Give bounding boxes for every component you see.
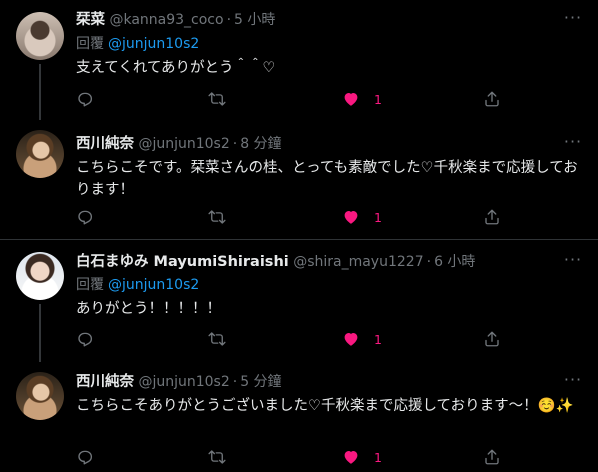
more-icon[interactable]: ··· <box>562 134 584 156</box>
like-button[interactable]: 1 <box>342 88 382 110</box>
share-button[interactable] <box>483 206 501 228</box>
reply-mention[interactable]: @junjun10s2 <box>108 277 199 293</box>
tweet-4[interactable]: 西川純奈 @junjun10s2 · 5 分鐘 ··· こちらこそありがとうございま… <box>0 360 598 472</box>
retweet-button[interactable] <box>208 206 226 228</box>
share-icon <box>485 91 499 107</box>
timestamp[interactable]: 5 小時 <box>234 12 275 28</box>
like-count: 1 <box>374 209 382 225</box>
like-button[interactable]: 1 <box>342 446 382 468</box>
retweet-icon <box>208 210 226 224</box>
separator-dot: · <box>226 12 232 28</box>
author-name[interactable]: 西川純奈 <box>76 136 134 152</box>
like-count: 1 <box>374 91 382 107</box>
reply-context: 回覆 @junjun10s2 <box>76 34 199 54</box>
more-icon[interactable]: ··· <box>562 372 584 394</box>
author-handle[interactable]: @junjun10s2 <box>138 136 229 152</box>
tweet-2[interactable]: 西川純奈 @junjun10s2 · 8 分鐘 ··· こちらこそです。栞菜さんの桂… <box>0 118 598 238</box>
retweet-icon <box>208 92 226 106</box>
reply-button[interactable] <box>76 88 94 110</box>
timestamp[interactable]: 6 小時 <box>434 254 475 270</box>
like-count: 1 <box>374 449 382 465</box>
tweet-text: こちらこそありがとうございました♡千秋楽まで応援しております〜！☺️✨ <box>76 398 574 414</box>
heart-icon <box>344 451 358 464</box>
tweet-1[interactable]: 栞菜 @kanna93_coco · 5 小時 ··· 回覆 @junjun10s2 … <box>0 0 598 120</box>
action-bar: 1 <box>76 206 516 228</box>
heart-icon <box>344 93 358 106</box>
separator-dot: · <box>426 254 432 270</box>
share-button[interactable] <box>483 88 501 110</box>
tweet-header: 白石まゆみ MayumiShiraishi @shira_mayu1227 · 6 … <box>76 252 475 272</box>
separator-dot: · <box>232 136 238 152</box>
reply-icon <box>78 450 93 465</box>
separator-dot: · <box>232 374 238 390</box>
tweet-header: 西川純奈 @junjun10s2 · 5 分鐘 <box>76 372 282 392</box>
like-button[interactable]: 1 <box>342 206 382 228</box>
author-handle[interactable]: @junjun10s2 <box>138 374 229 390</box>
share-icon <box>485 449 499 465</box>
author-handle[interactable]: @shira_mayu1227 <box>293 254 423 270</box>
more-icon[interactable]: ··· <box>562 10 584 32</box>
share-icon <box>485 209 499 225</box>
author-name[interactable]: 栞菜 <box>76 12 105 28</box>
avatar[interactable] <box>16 130 64 178</box>
author-name[interactable]: 白石まゆみ MayumiShiraishi <box>76 254 289 270</box>
reply-icon <box>78 210 93 225</box>
timeline: 栞菜 @kanna93_coco · 5 小時 ··· 回覆 @junjun10s2 … <box>0 0 598 472</box>
timestamp[interactable]: 5 分鐘 <box>240 374 281 390</box>
share-icon <box>485 331 499 347</box>
retweet-button[interactable] <box>208 328 226 350</box>
heart-icon <box>344 211 358 224</box>
retweet-icon <box>208 450 226 464</box>
avatar[interactable] <box>16 252 64 300</box>
action-bar: 1 <box>76 328 516 350</box>
reply-button[interactable] <box>76 446 94 468</box>
like-count: 1 <box>374 331 382 347</box>
thread-line <box>39 64 41 120</box>
avatar[interactable] <box>16 12 64 60</box>
retweet-icon <box>208 332 226 346</box>
tweet-header: 西川純奈 @junjun10s2 · 8 分鐘 <box>76 134 282 154</box>
tweet-text: こちらこそです。栞菜さんの桂、とっても素敵でした♡千秋楽まで応援しております！ <box>76 160 578 198</box>
author-name[interactable]: 西川純奈 <box>76 374 134 390</box>
reply-icon <box>78 332 93 347</box>
author-handle[interactable]: @kanna93_coco <box>109 12 223 28</box>
action-bar: 1 <box>76 88 516 110</box>
reply-icon <box>78 92 93 107</box>
reply-context: 回覆 @junjun10s2 <box>76 275 199 295</box>
action-bar: 1 <box>76 446 516 468</box>
tweet-header: 栞菜 @kanna93_coco · 5 小時 <box>76 10 275 30</box>
share-button[interactable] <box>483 328 501 350</box>
share-button[interactable] <box>483 446 501 468</box>
more-icon[interactable]: ··· <box>562 252 584 274</box>
reply-label: 回覆 <box>76 277 104 293</box>
retweet-button[interactable] <box>208 446 226 468</box>
tweet-text: 支えてくれてありがとう＾＾♡ <box>76 60 276 76</box>
reply-mention[interactable]: @junjun10s2 <box>108 36 199 52</box>
thread-line <box>39 304 41 362</box>
retweet-button[interactable] <box>208 88 226 110</box>
like-button[interactable]: 1 <box>342 328 382 350</box>
avatar[interactable] <box>16 372 64 420</box>
reply-button[interactable] <box>76 206 94 228</box>
timestamp[interactable]: 8 分鐘 <box>240 136 281 152</box>
tweet-text: ありがとう！！！！！ <box>76 301 221 317</box>
reply-label: 回覆 <box>76 36 104 52</box>
heart-icon <box>344 333 358 346</box>
reply-button[interactable] <box>76 328 94 350</box>
tweet-3[interactable]: 白石まゆみ MayumiShiraishi @shira_mayu1227 · 6 … <box>0 240 598 362</box>
